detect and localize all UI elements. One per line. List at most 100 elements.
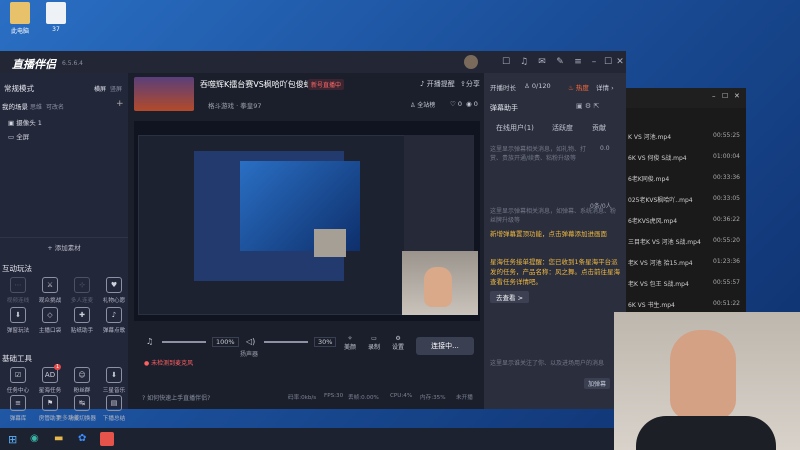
file-row[interactable]: 6老KVS虎风.mp4 00:36:22 bbox=[626, 216, 746, 229]
live-state: 未开播 bbox=[456, 395, 473, 401]
scene-link-2[interactable]: 可改名 bbox=[46, 102, 64, 111]
interact-item[interactable]: ⚔ 观众挑战 bbox=[36, 277, 64, 304]
file-name: K VS 河池.mp4 bbox=[628, 134, 672, 141]
mic-slider[interactable] bbox=[162, 341, 206, 343]
menu-icon[interactable]: ≡ bbox=[572, 56, 584, 68]
maximize-icon[interactable]: ☐ bbox=[602, 56, 614, 68]
desktop-icon-1[interactable]: 此电脑 bbox=[2, 2, 38, 35]
tool-icon: ♪ bbox=[106, 307, 122, 323]
interact-item[interactable]: ⬇ 弹窗玩法 bbox=[4, 307, 32, 334]
file-name: 6K VS 何俊 S战.mp4 bbox=[628, 155, 687, 162]
panel-tools-icon[interactable]: ▣ ⚙ ⇱ bbox=[576, 102, 599, 110]
minimize-icon[interactable]: – bbox=[588, 56, 600, 68]
fans-badge[interactable]: ♙ 全站榜 bbox=[410, 100, 435, 109]
interact-item[interactable]: ♪ 弹幕点歌 bbox=[100, 307, 128, 334]
danmu-panel-title: 弹幕助手 bbox=[490, 104, 518, 112]
add-source-button[interactable]: + 添加素材 bbox=[0, 237, 128, 252]
explorer-icon[interactable]: ▬ bbox=[54, 433, 63, 444]
mode-label[interactable]: 常规模式 bbox=[4, 83, 34, 94]
scene-title: 我的场景 bbox=[2, 103, 28, 111]
speaker-slider[interactable] bbox=[264, 341, 308, 343]
mic-warning: ● 未检测到麦克风 bbox=[144, 360, 194, 367]
tools-title: 基础工具 bbox=[2, 354, 32, 363]
tool-icon: ⬇ bbox=[10, 307, 26, 323]
tool-item[interactable]: ☑ 任务中心 bbox=[4, 367, 32, 394]
scene-link-1[interactable]: 思维 bbox=[30, 102, 42, 111]
record-button[interactable]: ▭ 录制 bbox=[368, 335, 380, 351]
tab-contribution[interactable]: 贡献 bbox=[592, 123, 606, 133]
webcam-shirt bbox=[636, 416, 776, 450]
skin-icon[interactable]: ✎ bbox=[554, 56, 566, 68]
file-row[interactable]: K VS 河池.mp4 00:55:25 bbox=[626, 132, 746, 145]
interact-item[interactable]: ◇ 主播口袋 bbox=[36, 307, 64, 334]
avatar[interactable] bbox=[464, 55, 478, 69]
add-scene-icon[interactable]: + bbox=[116, 99, 124, 109]
source-item[interactable]: ▣ 摄像头 1 bbox=[8, 117, 42, 127]
room-cover[interactable] bbox=[134, 77, 194, 111]
likes-count: ♡ 0 bbox=[450, 100, 463, 108]
notify-icon[interactable]: ♪ 开播提醒 bbox=[420, 79, 455, 89]
source-item[interactable]: ▭ 全屏 bbox=[8, 131, 29, 141]
close-icon[interactable]: ✕ bbox=[614, 56, 626, 68]
plus-icon: + bbox=[47, 244, 55, 252]
tab-online-users[interactable]: 在线用户(1) bbox=[496, 123, 534, 133]
mode-tab-portrait[interactable]: 竖屏 bbox=[110, 84, 122, 93]
share-icon[interactable]: ⇪分享 bbox=[460, 79, 480, 89]
pin-notice[interactable]: 新增弹幕置顶功能，点击弹幕添加进画面 bbox=[490, 229, 620, 239]
more-functions-button[interactable]: ⋯ 更多功能 bbox=[0, 413, 128, 422]
live-companion-taskbar-icon[interactable] bbox=[100, 432, 114, 446]
small-webcam bbox=[314, 229, 346, 257]
app-version: 6.5.6.4 bbox=[62, 60, 83, 67]
stream-title[interactable]: 吞噬辉K擂台赛VS枫哈吖包俊虹 bbox=[200, 79, 312, 90]
audience-count: ♙ 0/120 bbox=[524, 82, 551, 90]
detail-link[interactable]: 详情 › bbox=[596, 82, 614, 92]
mode-tab-landscape[interactable]: 横屏 bbox=[94, 84, 106, 93]
tool-icon: ⋯ bbox=[10, 277, 26, 293]
minimize-icon[interactable]: – bbox=[712, 92, 716, 100]
interact-item[interactable]: ⊹ 多人连麦 bbox=[68, 277, 96, 304]
file-row[interactable]: 三目老K VS 河池 S战.mp4 00:55:20 bbox=[626, 237, 746, 250]
mic-icon[interactable]: ♫ bbox=[146, 337, 153, 346]
category-label[interactable]: 格斗游戏 · 拳皇97 bbox=[208, 100, 261, 110]
file-row[interactable]: 6K VS 何俊 S战.mp4 01:00:04 bbox=[626, 153, 746, 166]
file-row[interactable]: 老K VS 河池 拾15.mp4 01:23:36 bbox=[626, 258, 746, 271]
interact-item[interactable]: ⋯ 视频连线 bbox=[4, 277, 32, 304]
file-row[interactable]: 025老KVS枫哈吖..mp4 00:33:05 bbox=[626, 195, 746, 208]
settings-button[interactable]: ⚙ 设置 bbox=[392, 335, 404, 351]
connect-button[interactable]: 连接中... bbox=[416, 337, 474, 355]
edge-icon[interactable]: ◉ bbox=[30, 433, 39, 444]
add-danmu-button[interactable]: 加弹幕 bbox=[584, 378, 611, 389]
file-row[interactable]: 6老K同俊.mp4 00:33:36 bbox=[626, 174, 746, 187]
tool-icon: ✚ bbox=[74, 307, 90, 323]
hot-label: ♨ 热度 bbox=[568, 84, 589, 92]
tab-activity[interactable]: 活跃度 bbox=[552, 123, 573, 133]
interact-title: 互动玩法 bbox=[2, 264, 32, 273]
close-icon[interactable]: ✕ bbox=[734, 92, 740, 100]
preview-canvas[interactable] bbox=[134, 121, 480, 321]
interact-item[interactable]: ✚ 贴纸助手 bbox=[68, 307, 96, 334]
tool-item[interactable]: AD 1 星海任务 bbox=[36, 364, 64, 394]
app-icon-3[interactable]: ✿ bbox=[78, 433, 86, 444]
taskbar: ⊞ ◉ ▬ ✿ bbox=[0, 428, 614, 450]
desktop-icon-2[interactable]: 37 bbox=[38, 2, 74, 33]
tool-item[interactable]: ☺ 粉丝群 bbox=[68, 367, 96, 394]
mic-volume: 100% bbox=[212, 337, 239, 347]
speaker-label: 扬声器 bbox=[240, 351, 259, 358]
title-bar: 直播伴侣 6.5.6.4 ☐ ♫ ✉ ✎ ≡ – ☐ ✕ bbox=[0, 51, 626, 74]
file-duration: 00:55:25 bbox=[713, 132, 740, 139]
gift-icon[interactable]: ✉ bbox=[536, 56, 548, 68]
windows-start-icon[interactable]: ⊞ bbox=[8, 433, 17, 446]
interact-item[interactable]: ♥ 礼物心愿 bbox=[100, 277, 128, 304]
file-name: 6老KVS虎风.mp4 bbox=[628, 218, 678, 225]
file-row[interactable]: 老K VS 包王 S战.mp4 00:55:57 bbox=[626, 279, 746, 292]
tool-icon: ▤ bbox=[106, 395, 122, 411]
tool-icon: ♥ bbox=[106, 277, 122, 293]
tool-item[interactable]: ⬇ 三星音乐 bbox=[100, 367, 128, 394]
maximize-icon[interactable]: ☐ bbox=[722, 92, 728, 100]
help-link[interactable]: ? 如何快速上手直播伴侣? bbox=[142, 393, 210, 402]
speaker-icon[interactable]: ◁) bbox=[246, 337, 255, 346]
beauty-button[interactable]: ✧ 美颜 bbox=[344, 335, 356, 351]
chat-icon[interactable]: ☐ bbox=[500, 56, 512, 68]
go-view-button[interactable]: 去查看 > bbox=[490, 291, 530, 303]
headset-icon[interactable]: ♫ bbox=[518, 56, 530, 68]
